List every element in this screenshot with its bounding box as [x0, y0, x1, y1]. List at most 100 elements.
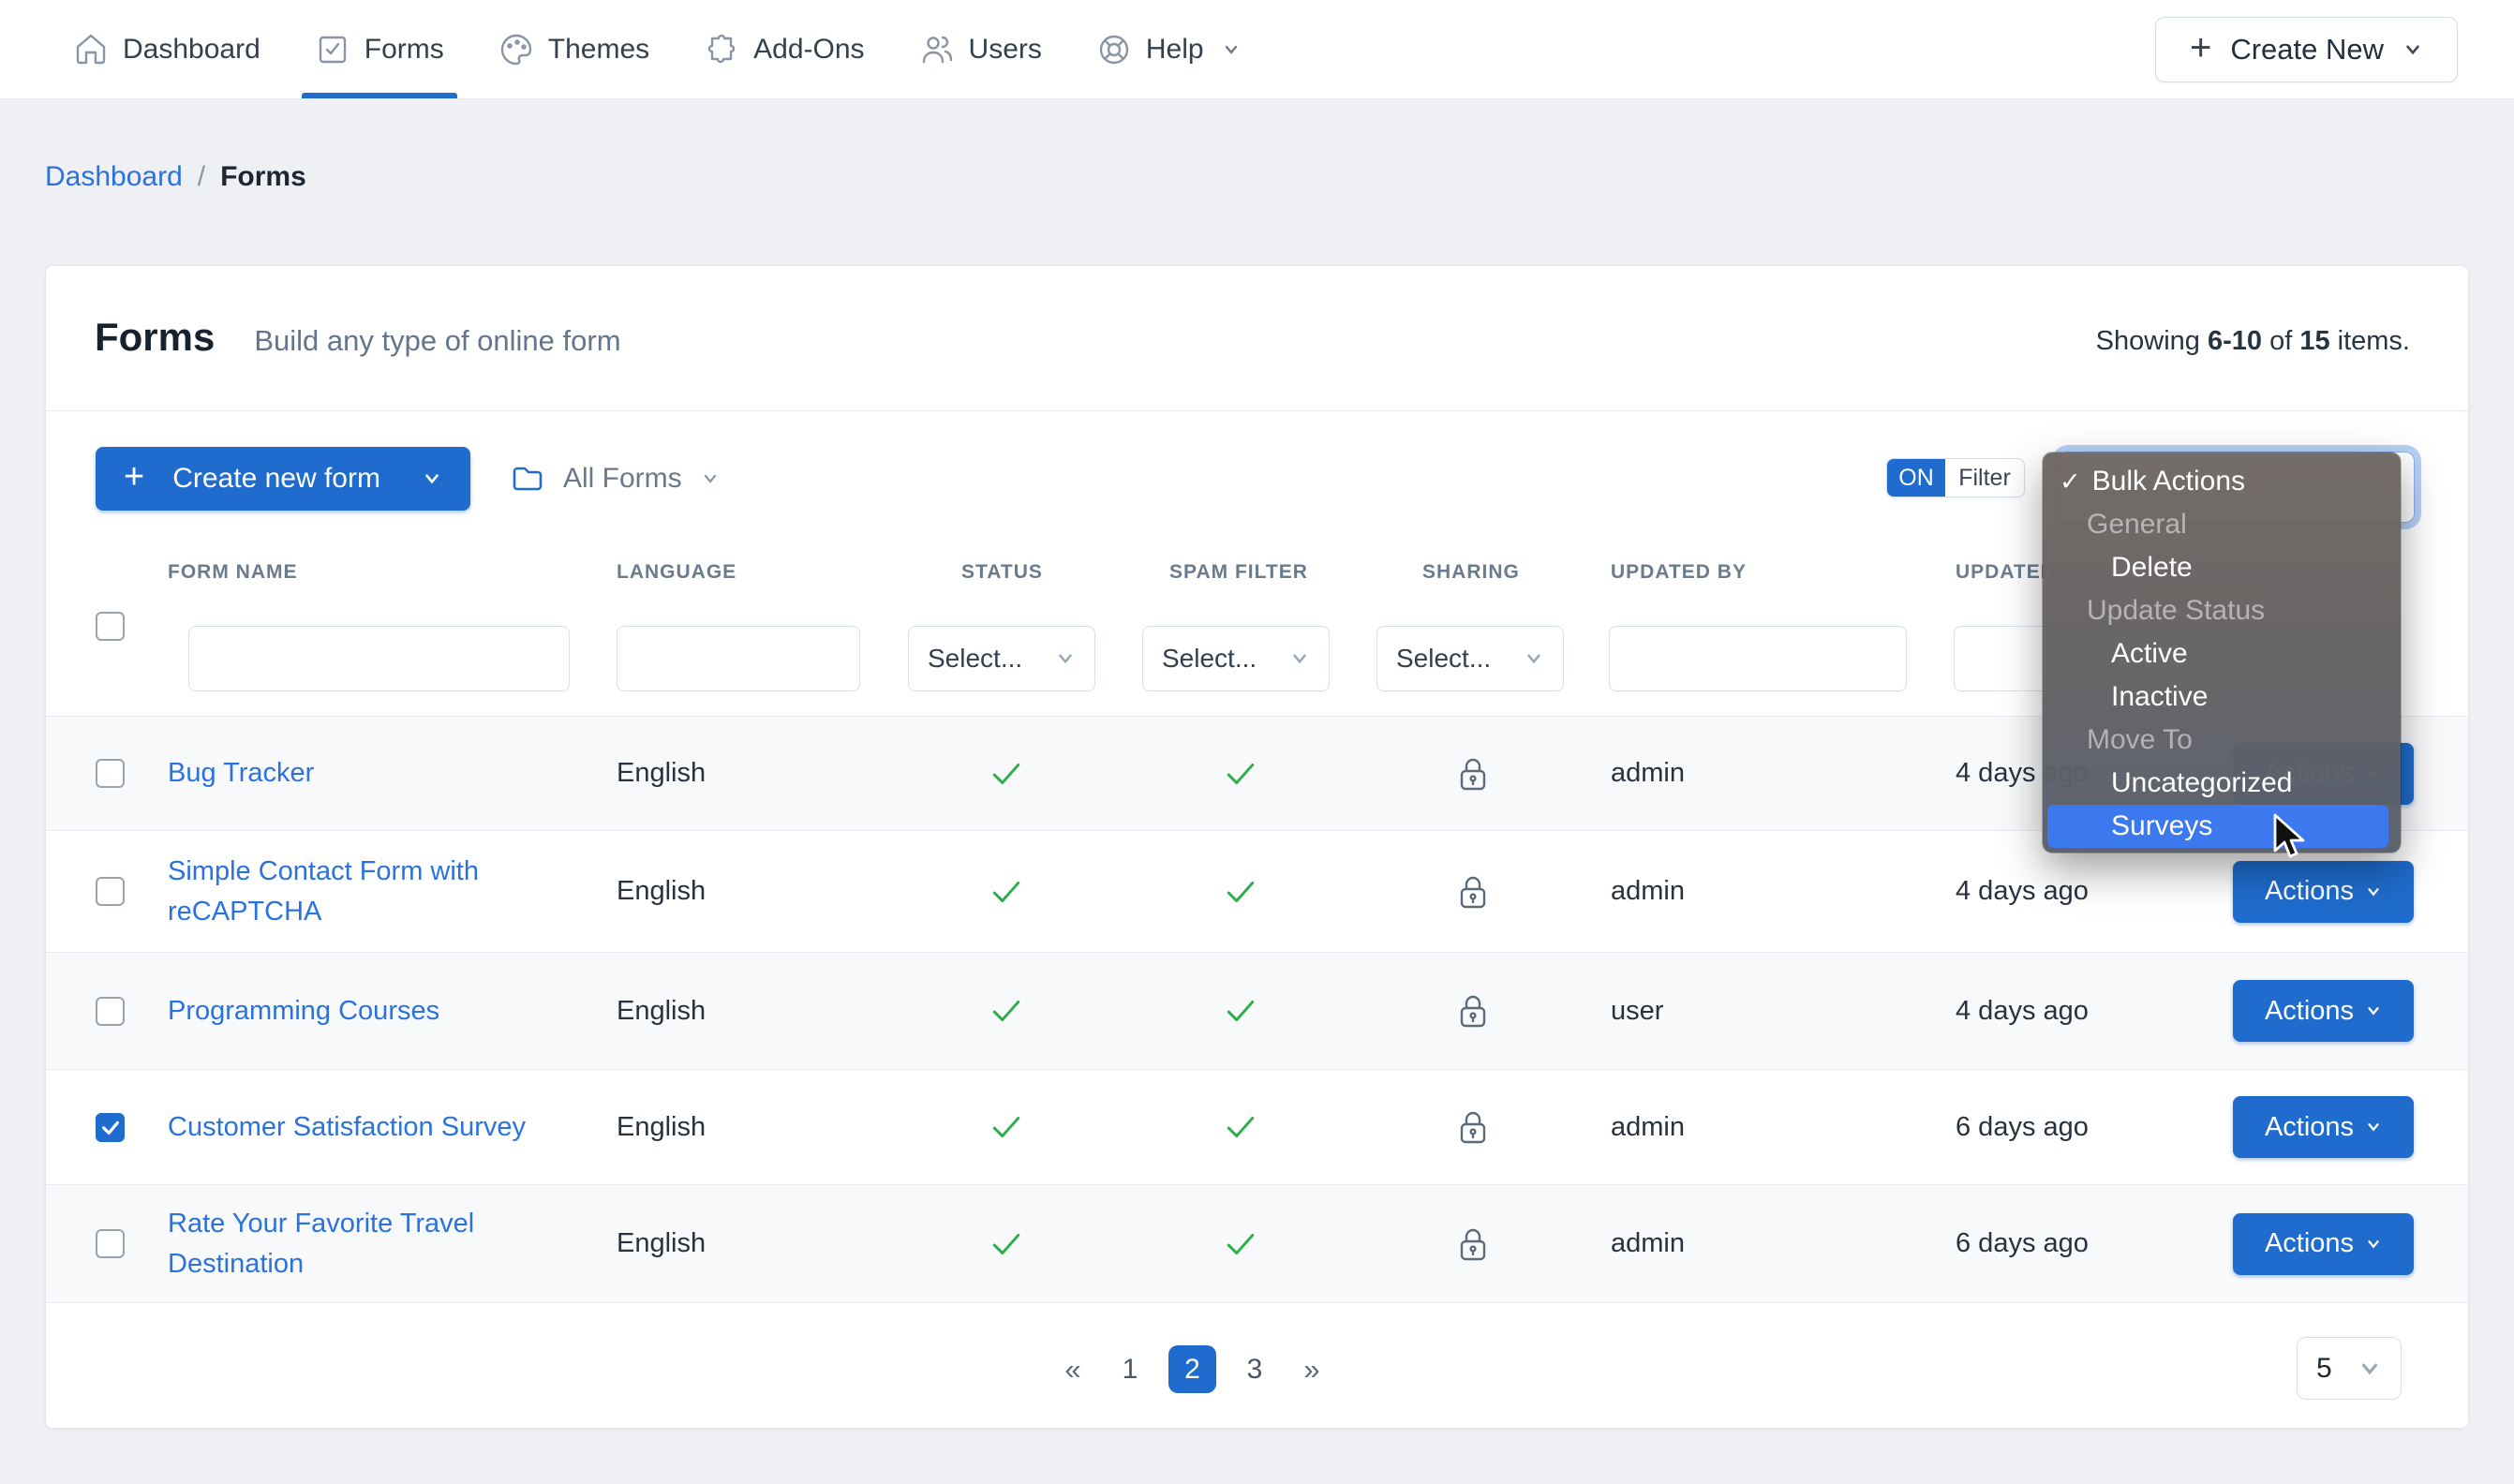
- divider: [46, 410, 2468, 411]
- table-row: Rate Your Favorite Travel Destination En…: [46, 1184, 2468, 1302]
- form-name-link[interactable]: Rate Your Favorite Travel Destination: [168, 1185, 543, 1302]
- breadcrumb-current: Forms: [220, 161, 306, 192]
- page-size-select[interactable]: 5: [2297, 1337, 2402, 1400]
- nav-label: Dashboard: [123, 33, 260, 65]
- filter-toggle[interactable]: ON Filter: [1886, 458, 2025, 497]
- menu-item-uncategorized[interactable]: Uncategorized: [2043, 762, 2401, 805]
- form-name-link[interactable]: Bug Tracker: [168, 717, 543, 830]
- sharing-lock-icon: [1454, 1070, 1492, 1184]
- plus-icon: +: [124, 457, 145, 497]
- form-name-link[interactable]: Programming Courses: [168, 953, 543, 1069]
- pagination-page-1[interactable]: 1: [1116, 1354, 1144, 1386]
- filter-form-name-input[interactable]: [188, 626, 570, 691]
- form-name-link[interactable]: Simple Contact Form with reCAPTCHA: [168, 831, 543, 952]
- sharing-lock-icon: [1454, 717, 1492, 830]
- all-forms-label: All Forms: [563, 463, 682, 494]
- chevron-down-icon: [2368, 1239, 2379, 1249]
- breadcrumb-dashboard-link[interactable]: Dashboard: [45, 161, 183, 193]
- header-form-name: FORM NAME: [168, 561, 298, 583]
- nav-item-forms[interactable]: Forms: [301, 0, 457, 98]
- filter-spam-select[interactable]: Select...: [1142, 626, 1330, 691]
- updated-by-cell: admin: [1611, 758, 1685, 788]
- filter-sharing-select[interactable]: Select...: [1376, 626, 1564, 691]
- table-footer: « 1 2 3 » 5: [46, 1302, 2468, 1430]
- nav-label: Help: [1145, 33, 1204, 65]
- plus-icon: +: [2189, 26, 2212, 68]
- nav-label: Add-Ons: [753, 33, 865, 65]
- row-checkbox[interactable]: [96, 996, 125, 1026]
- table-row: Programming Courses English user 4 days …: [46, 952, 2468, 1069]
- check-icon: [101, 1120, 119, 1135]
- menu-item-active[interactable]: Active: [2043, 632, 2401, 675]
- row-checkbox[interactable]: [96, 759, 125, 788]
- nav-item-addons[interactable]: Add-Ons: [704, 0, 865, 98]
- menu-item-inactive[interactable]: Inactive: [2043, 675, 2401, 719]
- filter-updated-by-input[interactable]: [1609, 626, 1907, 691]
- lock-icon: [1460, 876, 1486, 908]
- select-placeholder: Select...: [928, 644, 1023, 673]
- create-new-form-label: Create new form: [172, 463, 380, 494]
- header-updated-by: UPDATED BY: [1611, 561, 1747, 583]
- status-check-icon: [988, 953, 1025, 1069]
- all-forms-filter[interactable]: All Forms: [511, 458, 720, 499]
- actions-button[interactable]: Actions: [2233, 1096, 2414, 1158]
- filter-language-input[interactable]: [617, 626, 860, 691]
- top-navbar: Dashboard Forms Themes Add-Ons Users Hel…: [0, 0, 2514, 99]
- lock-icon: [1460, 1228, 1486, 1260]
- nav-label: Forms: [364, 33, 444, 65]
- lock-icon: [1460, 1111, 1486, 1144]
- nav-item-help[interactable]: Help: [1096, 0, 1241, 98]
- form-name-link[interactable]: Customer Satisfaction Survey: [168, 1070, 543, 1184]
- actions-button[interactable]: Actions: [2233, 980, 2414, 1042]
- create-new-button[interactable]: + Create New: [2154, 16, 2458, 82]
- toggle-filter-label: Filter: [1958, 464, 2011, 491]
- row-checkbox[interactable]: [96, 1229, 125, 1258]
- green-check-icon: [1227, 1116, 1255, 1138]
- chevron-down-icon: [1225, 45, 1237, 54]
- updated-cell: 4 days ago: [1956, 995, 2089, 1026]
- language-cell: English: [617, 876, 707, 906]
- page-size-value: 5: [2316, 1352, 2332, 1384]
- menu-item-bulk-actions[interactable]: ✓ Bulk Actions: [2043, 460, 2401, 503]
- select-all-checkbox[interactable]: [96, 612, 125, 641]
- row-checkbox[interactable]: [96, 1112, 125, 1142]
- header-spam-filter: SPAM FILTER: [1169, 561, 1308, 583]
- updated-by-cell: admin: [1611, 1228, 1685, 1258]
- pagination-page-3[interactable]: 3: [1241, 1354, 1269, 1386]
- spam-check-icon: [1222, 831, 1259, 952]
- pagination: « 1 2 3 »: [1054, 1345, 1331, 1393]
- spam-check-icon: [1222, 717, 1259, 830]
- nav-item-themes[interactable]: Themes: [498, 0, 649, 98]
- page-subtitle: Build any type of online form: [254, 324, 621, 357]
- status-check-icon: [988, 1070, 1025, 1184]
- green-check-icon: [1227, 1000, 1255, 1022]
- status-check-icon: [988, 1185, 1025, 1302]
- menu-item-delete[interactable]: Delete: [2043, 546, 2401, 589]
- actions-button[interactable]: Actions: [2233, 1212, 2414, 1275]
- chevron-down-icon: [2368, 1123, 2379, 1132]
- main-nav: Dashboard Forms Themes Add-Ons Users Hel…: [73, 0, 1241, 98]
- pagination-page-2-active[interactable]: 2: [1168, 1345, 1216, 1393]
- nav-item-dashboard[interactable]: Dashboard: [73, 0, 260, 98]
- chevron-down-icon: [2361, 1363, 2378, 1374]
- menu-item-surveys[interactable]: Surveys: [2047, 805, 2388, 848]
- language-cell: English: [617, 995, 707, 1026]
- users-icon: [922, 36, 952, 63]
- pagination-prev[interactable]: «: [1054, 1353, 1092, 1387]
- pagination-next[interactable]: »: [1293, 1353, 1331, 1387]
- filter-status-select[interactable]: Select...: [908, 626, 1095, 691]
- nav-label: Users: [968, 33, 1042, 65]
- nav-item-users[interactable]: Users: [919, 0, 1042, 98]
- updated-cell: 6 days ago: [1956, 1111, 2089, 1142]
- card-header: Forms Build any type of online form: [95, 315, 621, 360]
- row-checkbox[interactable]: [96, 877, 125, 906]
- green-check-icon: [1227, 881, 1255, 902]
- sharing-lock-icon: [1454, 831, 1492, 952]
- create-new-form-button[interactable]: + Create new form: [96, 447, 470, 511]
- lock-icon: [1460, 995, 1486, 1028]
- spam-check-icon: [1222, 1070, 1259, 1184]
- breadcrumb: Dashboard / Forms: [45, 161, 306, 193]
- spam-check-icon: [1222, 1185, 1259, 1302]
- actions-button[interactable]: Actions: [2233, 860, 2414, 923]
- updated-cell: 6 days ago: [1956, 1228, 2089, 1258]
